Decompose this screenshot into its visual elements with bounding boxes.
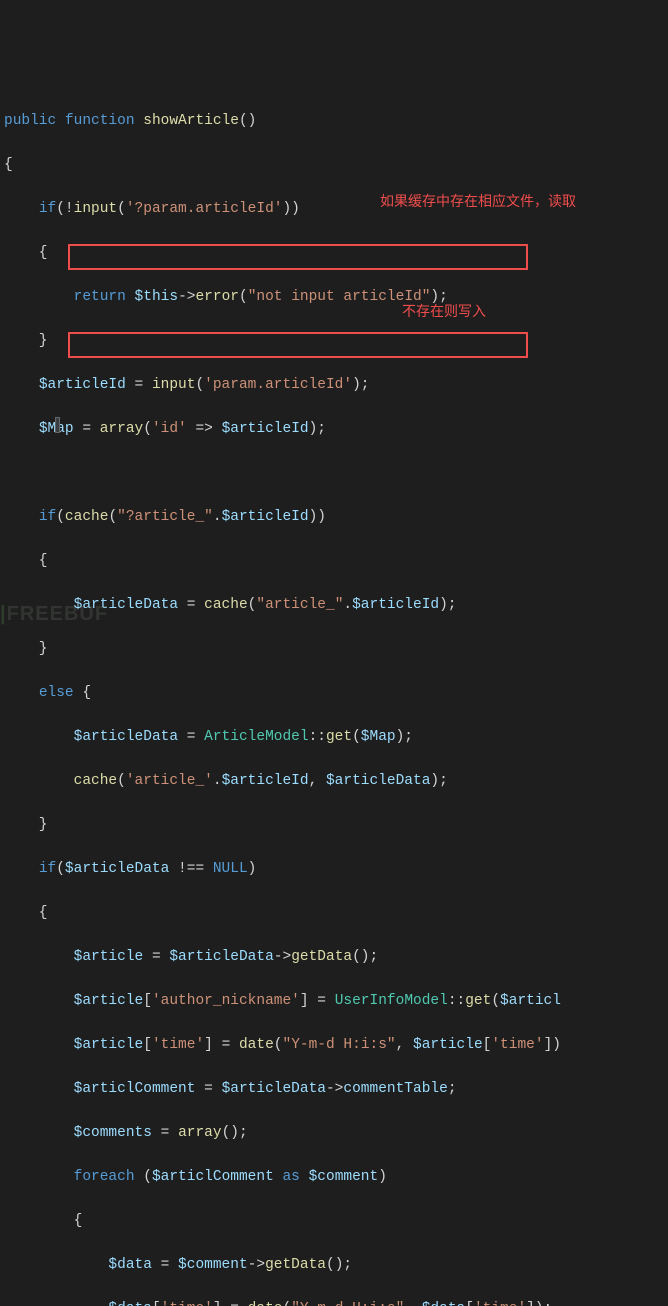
code-line: $articleData = cache("article_".$article… <box>4 594 668 616</box>
code-line: } <box>4 330 668 352</box>
code-editor: public function showArticle() { if(!inpu… <box>0 88 668 1306</box>
code-line: { <box>4 550 668 572</box>
code-line: { <box>4 242 668 264</box>
code-line: $article['time'] = date("Y-m-d H:i:s", $… <box>4 1034 668 1056</box>
code-line: return $this->error("not input articleId… <box>4 286 668 308</box>
code-line: } <box>4 814 668 836</box>
code-line: { <box>4 154 668 176</box>
cursor-indicator <box>55 417 60 433</box>
code-line: { <box>4 902 668 924</box>
code-line: public function showArticle() <box>4 110 668 132</box>
code-line: $articleData = ArticleModel::get($Map); <box>4 726 668 748</box>
code-line: else { <box>4 682 668 704</box>
code-line: $articleId = input('param.articleId'); <box>4 374 668 396</box>
code-line: if(cache("?article_".$articleId)) <box>4 506 668 528</box>
code-line: $Map = array('id' => $articleId); <box>4 418 668 440</box>
code-line: $data = $comment->getData(); <box>4 1254 668 1276</box>
code-line <box>4 462 668 484</box>
annotation-write-cache: 不存在则写入 <box>402 300 486 322</box>
code-line: cache('article_'.$articleId, $articleDat… <box>4 770 668 792</box>
annotation-read-cache: 如果缓存中存在相应文件，读取 <box>380 190 576 212</box>
code-line: } <box>4 638 668 660</box>
code-line: if($articleData !== NULL) <box>4 858 668 880</box>
code-line: $article['author_nickname'] = UserInfoMo… <box>4 990 668 1012</box>
code-line: foreach ($articlComment as $comment) <box>4 1166 668 1188</box>
code-line: { <box>4 1210 668 1232</box>
code-line: $articlComment = $articleData->commentTa… <box>4 1078 668 1100</box>
code-line: $article = $articleData->getData(); <box>4 946 668 968</box>
code-line: $comments = array(); <box>4 1122 668 1144</box>
code-line: $data['time'] = date("Y-m-d H:i:s", $dat… <box>4 1298 668 1306</box>
